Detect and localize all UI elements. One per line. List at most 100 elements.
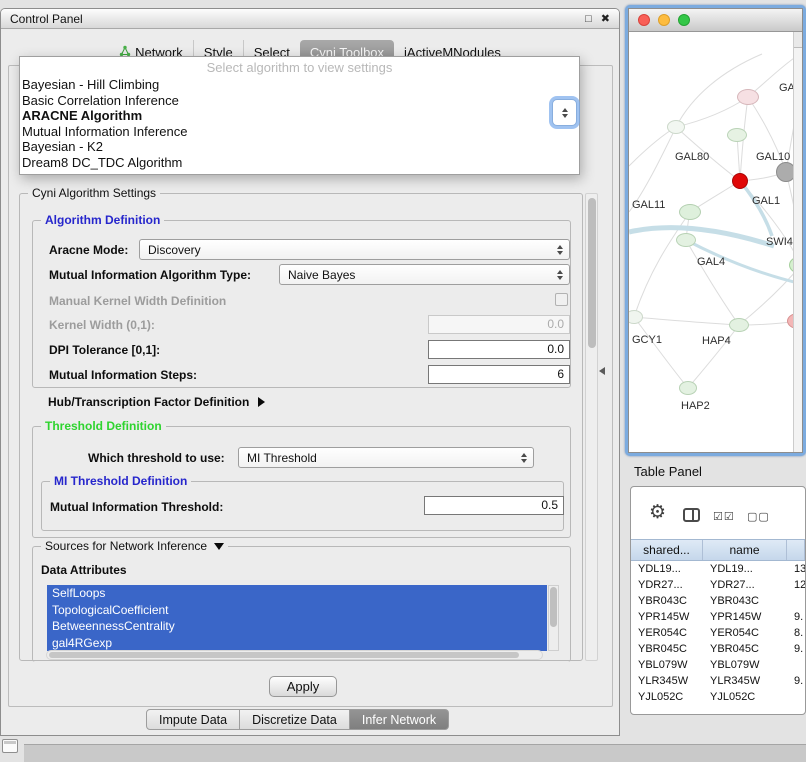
table-cell: 9. <box>787 643 805 655</box>
mi-steps-field[interactable]: 6 <box>428 365 570 384</box>
algorithm-option[interactable]: ARACNE Algorithm <box>20 108 579 124</box>
table-row[interactable]: YPR145WYPR145W9. <box>631 609 805 625</box>
column-header-shared-name[interactable]: shared... <box>631 540 703 560</box>
table-cell: YLR345W <box>703 675 787 687</box>
network-canvas[interactable]: GALGAL80GAL10GAL11GAL1SWI4GAL4GCY1HAP4YH… <box>629 32 802 452</box>
table-panel-title: Table Panel <box>634 464 702 479</box>
tab-impute-data[interactable]: Impute Data <box>146 709 240 730</box>
network-node[interactable] <box>727 128 747 142</box>
algorithm-option[interactable]: Bayesian - K2 <box>20 139 579 155</box>
collapse-down-icon <box>214 543 224 550</box>
table-row[interactable]: YJL052CYJL052C <box>631 689 805 705</box>
network-node[interactable] <box>679 381 697 395</box>
apply-button[interactable]: Apply <box>269 676 337 697</box>
network-node[interactable] <box>732 173 748 189</box>
table-cell: YDR27... <box>703 579 787 591</box>
data-attribute-item[interactable]: BetweennessCentrality <box>47 618 547 635</box>
dpi-tolerance-field[interactable]: 0.0 <box>428 340 570 359</box>
table-row[interactable]: YDR27...YDR27...12 <box>631 577 805 593</box>
control-panel-titlebar[interactable]: Control Panel □ ✖ <box>1 9 619 29</box>
algorithm-option[interactable]: Mutual Information Inference <box>20 124 579 140</box>
algorithm-option[interactable]: Bayesian - Hill Climbing <box>20 77 579 93</box>
attributes-list-scrollbar[interactable] <box>548 585 559 651</box>
mi-algorithm-type-select[interactable]: Naive Bayes <box>279 264 570 285</box>
table-panel-window: ⚙ ☑☑ ▢▢ shared... name YDL19...YDL19...1… <box>630 486 806 715</box>
network-node-label: GAL11 <box>632 199 665 211</box>
data-attribute-item[interactable]: TopologicalCoefficient <box>47 602 547 619</box>
combo-arrows-icon <box>562 108 568 118</box>
data-attributes-label: Data Attributes <box>41 563 127 577</box>
table-cell: YDL19... <box>631 563 703 575</box>
table-row[interactable]: YLR345WYLR345W9. <box>631 673 805 689</box>
table-row[interactable]: YBL079WYBL079W <box>631 657 805 673</box>
network-node-label: GAL80 <box>675 151 709 163</box>
table-cell: YPR145W <box>631 611 703 623</box>
network-node[interactable] <box>667 120 685 134</box>
table-cell: 13 <box>787 563 805 575</box>
settings-group-title: Cyni Algorithm Settings <box>28 186 160 200</box>
table-cell: YER054C <box>631 627 703 639</box>
close-traffic-light-icon[interactable] <box>638 14 650 26</box>
mi-algorithm-type-value: Naive Bayes <box>288 268 355 282</box>
network-node[interactable] <box>729 318 749 332</box>
mi-threshold-field[interactable]: 0.5 <box>424 496 564 515</box>
table-row[interactable]: YBR045CYBR045C9. <box>631 641 805 657</box>
sources-group: Sources for Network Inference Data Attri… <box>32 546 571 662</box>
aracne-mode-select[interactable]: Discovery <box>139 239 570 260</box>
settings-vertical-scrollbar[interactable] <box>585 193 598 661</box>
table-row[interactable]: YER054CYER054C8. <box>631 625 805 641</box>
algorithm-select-combo[interactable] <box>552 99 577 126</box>
threshold-definition-title: Threshold Definition <box>41 419 166 433</box>
network-node[interactable] <box>737 89 759 105</box>
sources-group-title[interactable]: Sources for Network Inference <box>41 539 228 553</box>
table-row[interactable]: YDL19...YDL19...13 <box>631 561 805 577</box>
algorithm-definition-group: Algorithm Definition Aracne Mode: Discov… <box>32 220 571 388</box>
tab-discretize-data[interactable]: Discretize Data <box>240 709 350 730</box>
select-all-icon[interactable]: ☑☑ <box>713 510 735 523</box>
network-node[interactable] <box>679 204 701 220</box>
mi-threshold-label: Mutual Information Threshold: <box>50 500 223 514</box>
settings-horizontal-scrollbar[interactable] <box>46 650 543 660</box>
which-threshold-select[interactable]: MI Threshold <box>238 447 534 468</box>
column-header-name[interactable]: name <box>703 540 787 560</box>
data-attribute-item[interactable]: gal4RGexp <box>47 635 547 652</box>
aracne-mode-value: Discovery <box>148 243 201 257</box>
manual-kernel-label: Manual Kernel Width Definition <box>49 294 226 308</box>
columns-icon[interactable] <box>683 508 700 522</box>
data-attributes-list[interactable]: SelfLoopsTopologicalCoefficientBetweenne… <box>47 585 547 651</box>
table-row[interactable]: YBR043CYBR043C <box>631 593 805 609</box>
kernel-width-label: Kernel Width (0,1): <box>49 318 155 332</box>
network-node-label: HAP2 <box>681 400 710 412</box>
network-node[interactable] <box>676 233 696 247</box>
deselect-all-icon[interactable]: ▢▢ <box>747 510 770 523</box>
panel-splitter-arrow[interactable] <box>599 367 605 375</box>
table-cell: YBL079W <box>703 659 787 671</box>
column-header-clipped[interactable] <box>787 540 805 560</box>
data-attribute-item[interactable]: SelfLoops <box>47 585 547 602</box>
minimized-panel-icon[interactable] <box>2 739 18 753</box>
close-window-icon[interactable]: ✖ <box>601 12 610 25</box>
hub-definition-expander[interactable]: Hub/Transcription Factor Definition <box>48 395 265 409</box>
algorithm-option[interactable]: Basic Correlation Inference <box>20 93 579 109</box>
scroll-up-button[interactable] <box>794 32 802 48</box>
table-cell: YPR145W <box>703 611 787 623</box>
table-cell: YLR345W <box>631 675 703 687</box>
table-cell: YBR045C <box>703 643 787 655</box>
gear-icon[interactable]: ⚙ <box>649 501 666 524</box>
algorithm-definition-title: Algorithm Definition <box>41 213 164 227</box>
minimize-traffic-light-icon[interactable] <box>658 14 670 26</box>
network-scrollbar[interactable] <box>793 32 802 452</box>
zoom-traffic-light-icon[interactable] <box>678 14 690 26</box>
which-threshold-value: MI Threshold <box>247 451 317 465</box>
tab-infer-network[interactable]: Infer Network <box>350 709 449 730</box>
network-window-titlebar[interactable] <box>629 9 802 32</box>
table-cell: YER054C <box>703 627 787 639</box>
float-window-icon[interactable]: □ <box>585 13 592 25</box>
algorithm-option[interactable]: Dream8 DC_TDC Algorithm <box>20 155 579 171</box>
table-cell: YBL079W <box>631 659 703 671</box>
manual-kernel-checkbox[interactable] <box>555 293 568 306</box>
kernel-width-field[interactable]: 0.0 <box>428 315 570 334</box>
table-cell: YDR27... <box>631 579 703 591</box>
table-cell: 9. <box>787 611 805 623</box>
table-cell: 12 <box>787 579 805 591</box>
